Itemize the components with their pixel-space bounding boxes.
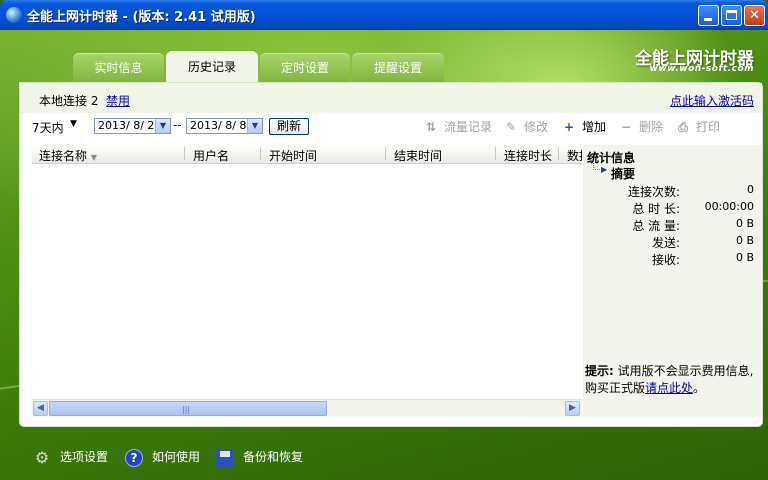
delete-label: 删除	[639, 120, 664, 134]
purchase-link[interactable]: 请点此处	[645, 381, 693, 395]
options-settings-button[interactable]: ⚙ 选项设置	[33, 448, 108, 467]
statistics-panel: 统计信息 ▶ 摘要 连接次数: 0 总 时 长: 00:00:00 总 流 量:…	[583, 145, 762, 417]
close-button[interactable]: ✕	[744, 5, 765, 26]
grip-icon: |||	[182, 405, 191, 414]
activation-code-link[interactable]: 点此输入激活码	[670, 92, 754, 109]
maximize-icon	[726, 10, 737, 20]
tab-reminder[interactable]: 提醒设置	[352, 53, 444, 83]
printer-icon: ⎙	[678, 120, 688, 134]
column-data[interactable]: 数据	[567, 147, 582, 163]
plus-icon: +	[563, 120, 575, 134]
refresh-button[interactable]: 刷新	[269, 118, 309, 135]
options-settings-label: 选项设置	[60, 450, 109, 464]
stat-value: 0 B	[735, 217, 754, 230]
stat-value: 0 B	[735, 234, 754, 247]
minimize-icon	[704, 18, 712, 21]
stat-label: 发送:	[651, 236, 680, 250]
stat-total-traffic: 总 流 量: 0 B	[583, 217, 758, 233]
range-value: 7天内	[32, 121, 64, 135]
disable-link[interactable]: 禁用	[106, 92, 130, 109]
how-to-use-button[interactable]: ? 如何使用	[125, 448, 200, 467]
date-from-value: 2013/ 8/ 2	[98, 119, 155, 132]
trial-hint: 提示: 试用版不会显示费用信息,购买正式版请点此处。	[585, 363, 760, 397]
column-divider[interactable]	[260, 147, 261, 160]
tree-arrow-icon: ▶	[601, 165, 608, 174]
print-label: 打印	[696, 120, 721, 134]
stat-value: 0	[747, 183, 754, 196]
add-label: 增加	[582, 120, 607, 134]
stat-received: 接收: 0 B	[583, 251, 758, 267]
sort-down-icon: ▼	[90, 153, 97, 162]
maximize-button[interactable]	[721, 5, 742, 26]
traffic-icon: ⇅	[425, 120, 437, 134]
minus-icon: −	[620, 120, 632, 134]
table-header: 连接名称 ▼ 用户名 开始时间 结束时间 连接时长 数据	[32, 145, 582, 164]
edit-button[interactable]: ✎ 修改	[504, 118, 548, 135]
floppy-icon	[216, 448, 234, 467]
stat-connection-count: 连接次数: 0	[583, 183, 758, 199]
how-to-use-label: 如何使用	[152, 450, 201, 464]
brand-url: www.won-soft.com	[649, 64, 754, 74]
stat-sent: 发送: 0 B	[583, 234, 758, 250]
column-connection-name[interactable]: 连接名称 ▼	[39, 147, 97, 163]
history-table[interactable]: 连接名称 ▼ 用户名 开始时间 结束时间 连接时长 数据 ◀ ||| ▶	[32, 145, 582, 417]
chevron-down-icon: ▼	[70, 119, 77, 129]
column-divider[interactable]	[184, 147, 185, 160]
title-bar[interactable]: 全能上网计时器 - (版本: 2.41 试用版) ✕	[0, 0, 768, 30]
backup-restore-button[interactable]: 备份和恢复	[216, 448, 303, 467]
hint-suffix: 。	[693, 381, 706, 395]
scroll-left-icon[interactable]: ◀	[33, 401, 48, 416]
date-range-separator: --	[173, 118, 182, 132]
stat-label: 接收:	[651, 253, 680, 267]
stat-total-duration: 总 时 长: 00:00:00	[583, 200, 758, 216]
delete-button[interactable]: − 删除	[619, 118, 663, 135]
gear-icon: ⚙	[34, 447, 50, 467]
add-button[interactable]: + 增加	[562, 118, 606, 135]
panel-header: 本地连接 2 禁用 点此输入激活码	[20, 83, 762, 113]
app-globe-icon	[6, 7, 22, 23]
minimize-button[interactable]	[698, 5, 719, 26]
backup-restore-label: 备份和恢复	[243, 450, 304, 464]
print-button[interactable]: ⎙ 打印	[676, 118, 720, 135]
scroll-right-icon[interactable]: ▶	[565, 401, 580, 416]
tab-realtime[interactable]: 实时信息	[73, 53, 164, 83]
hint-prefix: 提示:	[585, 364, 614, 378]
stats-summary-label[interactable]: 摘要	[611, 165, 635, 182]
edit-label: 修改	[524, 120, 549, 134]
date-from-picker[interactable]: 2013/ 8/ 2 ▼	[94, 118, 171, 134]
stat-label: 连接次数:	[627, 185, 680, 199]
column-divider[interactable]	[495, 147, 496, 160]
column-username[interactable]: 用户名	[193, 147, 229, 163]
stat-label: 总 时 长:	[632, 202, 680, 216]
window-title: 全能上网计时器 - (版本: 2.41 试用版)	[27, 10, 256, 25]
stat-value: 0 B	[735, 251, 754, 264]
help-icon: ?	[125, 448, 143, 467]
tab-history[interactable]: 历史记录	[166, 51, 258, 84]
scrollbar-thumb[interactable]: |||	[49, 401, 327, 416]
close-icon: ✕	[749, 8, 760, 23]
tree-connector	[593, 161, 600, 170]
pencil-icon: ✎	[505, 120, 517, 134]
stat-label: 总 流 量:	[632, 219, 680, 233]
stat-value: 00:00:00	[704, 200, 754, 213]
date-to-value: 2013/ 8/ 8	[190, 119, 247, 132]
column-end-time[interactable]: 结束时间	[394, 147, 442, 163]
history-panel: 本地连接 2 禁用 点此输入激活码 7天内 ▼ 2013/ 8/ 2 ▼ -- …	[20, 83, 762, 426]
column-divider[interactable]	[385, 147, 386, 160]
chevron-down-icon[interactable]: ▼	[155, 119, 170, 133]
column-start-time[interactable]: 开始时间	[269, 147, 317, 163]
column-duration[interactable]: 连接时长	[504, 147, 552, 163]
column-divider[interactable]	[558, 147, 559, 160]
chevron-down-icon[interactable]: ▼	[247, 119, 262, 133]
column-label: 连接名称	[39, 149, 88, 163]
tab-schedule[interactable]: 定时设置	[260, 53, 350, 83]
connection-label: 本地连接 2	[39, 94, 99, 108]
date-to-picker[interactable]: 2013/ 8/ 8 ▼	[186, 118, 263, 134]
horizontal-scrollbar[interactable]: ◀ ||| ▶	[32, 399, 582, 417]
range-select[interactable]: 7天内 ▼	[32, 119, 77, 136]
traffic-log-button[interactable]: ⇅ 流量记录	[424, 118, 492, 135]
traffic-log-label: 流量记录	[444, 120, 493, 134]
